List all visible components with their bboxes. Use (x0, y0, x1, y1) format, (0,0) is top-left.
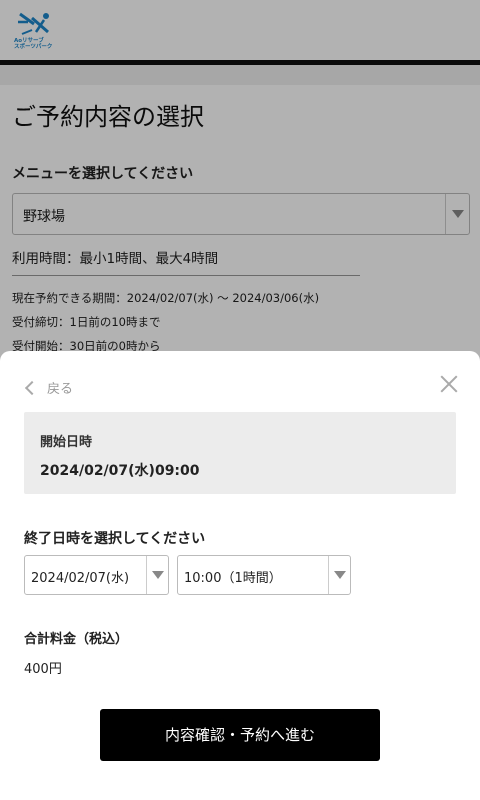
end-time-value: 10:00（1時間） (184, 571, 282, 586)
total-fee-value: 400円 (24, 662, 62, 677)
start-datetime-value: 2024/02/07(水)09:00 (40, 463, 200, 479)
start-datetime-box: 開始日時 2024/02/07(水)09:00 (24, 412, 456, 494)
end-date-value: 2024/02/07(水) (31, 571, 130, 586)
start-datetime-label: 開始日時 (40, 435, 93, 450)
end-time-arrow (328, 556, 350, 594)
dropdown-arrow-icon (152, 571, 164, 579)
total-fee-label: 合計料金（税込） (24, 632, 129, 647)
end-date-select[interactable]: 2024/02/07(水) (24, 555, 169, 595)
end-datetime-label: 終了日時を選択してください (24, 531, 206, 547)
close-icon[interactable] (440, 375, 458, 393)
back-label: 戻る (47, 382, 74, 397)
end-time-sheet: 戻る 開始日時 2024/02/07(水)09:00 終了日時を選択してください… (0, 351, 480, 800)
chevron-left-icon (24, 380, 40, 395)
end-time-select[interactable]: 10:00（1時間） (177, 555, 351, 595)
dropdown-arrow-icon (334, 571, 346, 579)
proceed-button[interactable]: 内容確認・予約へ進む (100, 709, 380, 761)
end-date-arrow (146, 556, 168, 594)
back-button[interactable]: 戻る (24, 378, 73, 397)
